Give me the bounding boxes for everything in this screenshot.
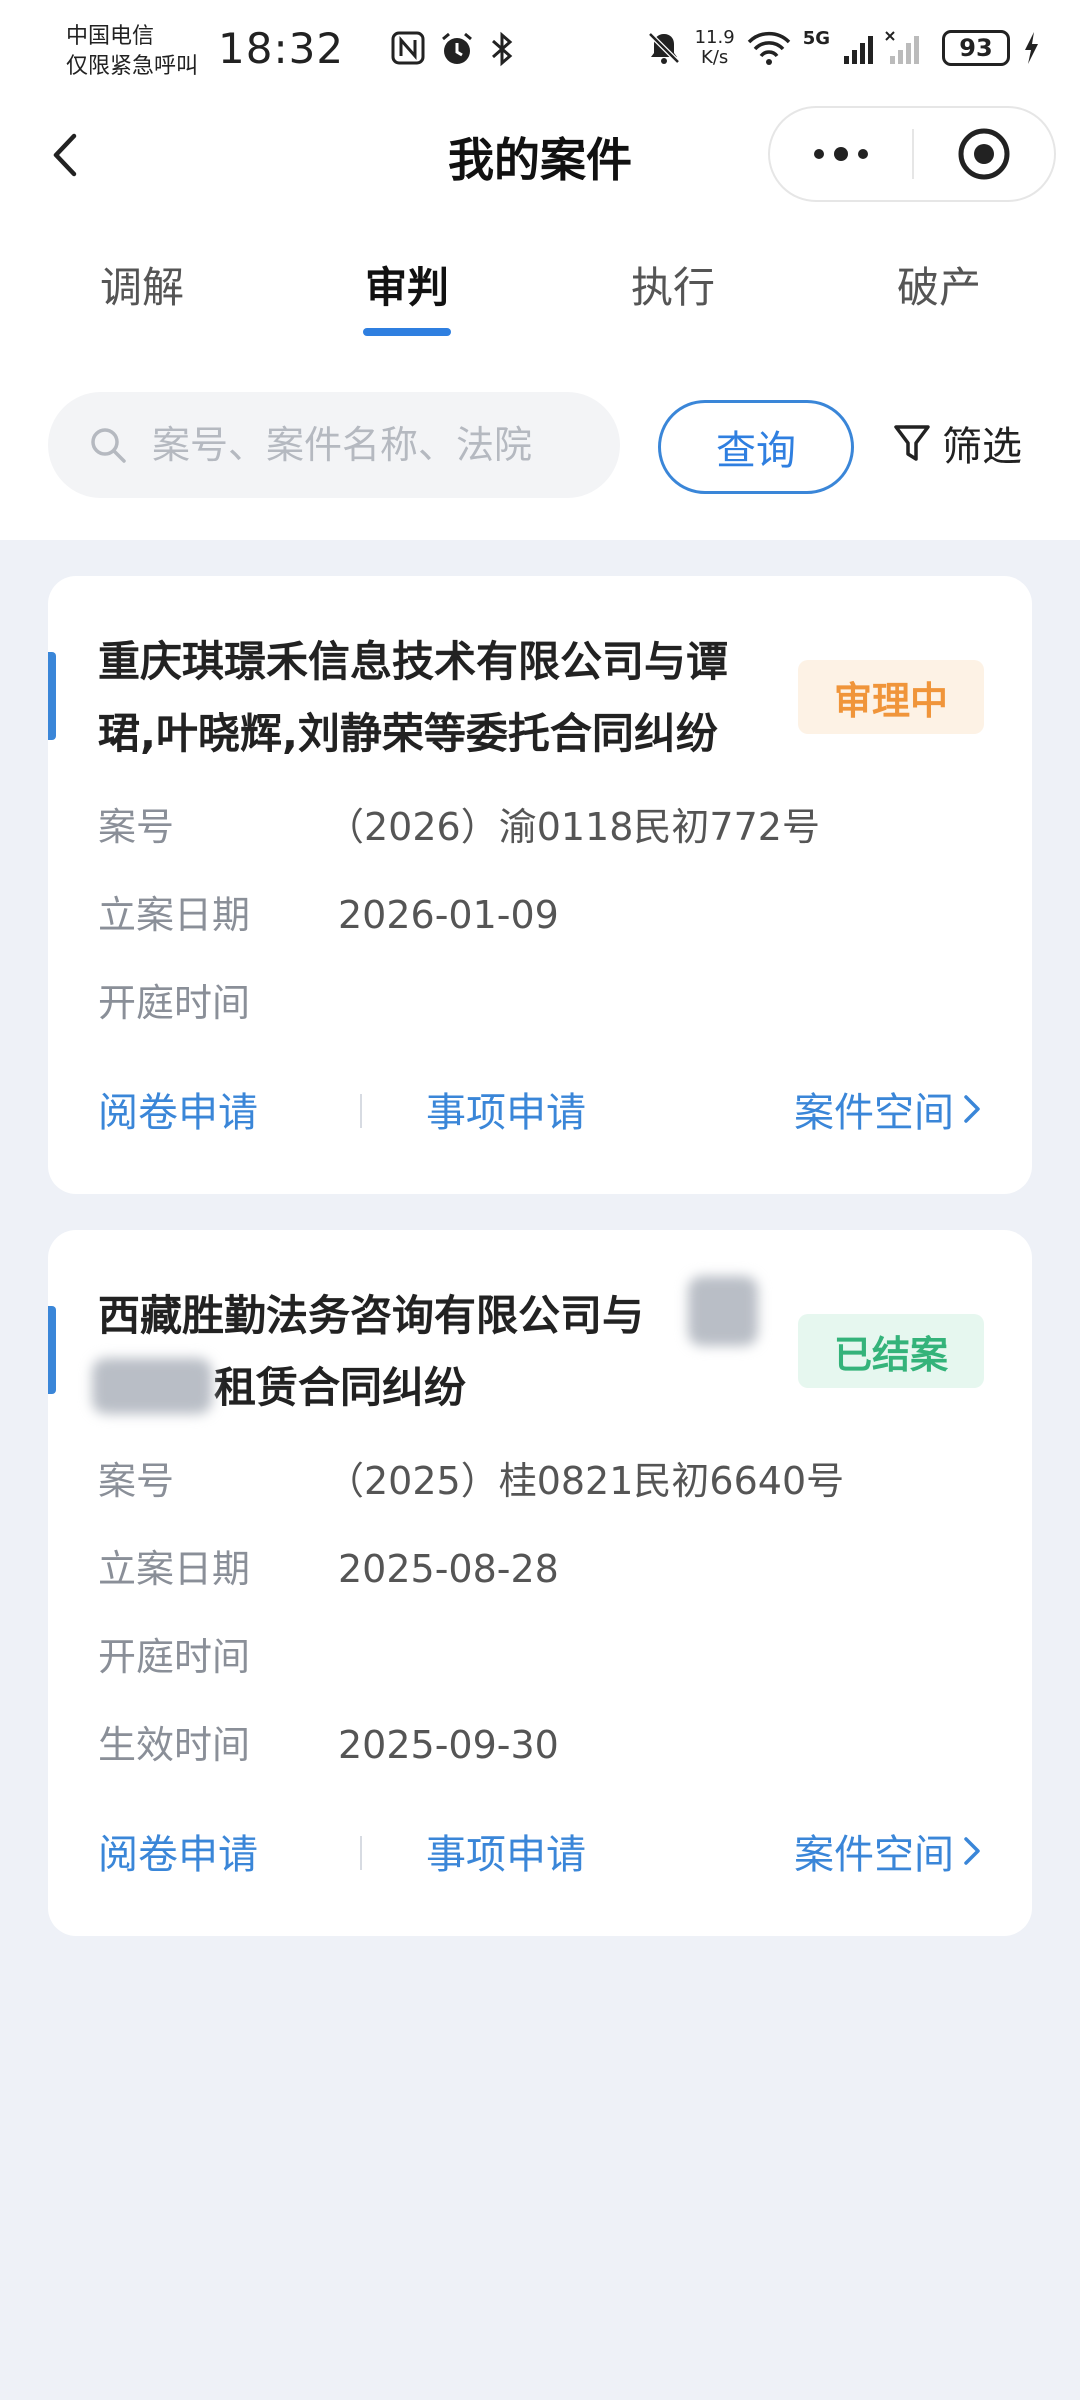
status-bar: 中国电信 仅限紧急呼叫 18:32 11.9 K/s 5G 93 [0,0,1080,100]
status-badge: 审理中 [798,660,984,734]
alarm-icon [442,32,472,64]
nfc-icon [391,31,425,65]
card-actions: 阅卷申请 事项申请 案件空间 [98,1080,982,1140]
matter-request-link[interactable]: 事项申请 [426,1822,586,1880]
close-miniprogram-button[interactable] [914,108,1054,200]
effective-time-value: 2025-09-30 [338,1723,559,1767]
file-review-request-link[interactable]: 阅卷申请 [98,1080,258,1138]
filing-date-value: 2025-08-28 [338,1547,559,1591]
status-time: 18:32 [218,24,345,73]
chevron-right-icon [964,1095,980,1123]
active-tab-indicator [363,328,451,336]
effective-time-row: 生效时间 2025-09-30 [98,1720,559,1770]
case-space-label: 案件空间 [794,1090,954,1136]
filing-date-row: 立案日期 2025-08-28 [98,1544,559,1594]
filter-button[interactable]: 筛选 [892,414,1022,472]
net-speed-unit: K/s [701,47,729,68]
battery-indicator: 93 [942,30,1010,66]
tab-trial[interactable]: 审判 [337,254,477,315]
action-divider [360,1836,362,1870]
case-space-label: 案件空间 [794,1832,954,1878]
status-icons-left [390,30,516,68]
bluetooth-icon [492,31,513,67]
wifi-icon [747,31,790,65]
file-review-request-link[interactable]: 阅卷申请 [98,1822,258,1880]
carrier-status: 仅限紧急呼叫 [66,54,199,79]
effective-time-label: 生效时间 [98,1723,251,1767]
case-number-label: 案号 [98,1459,175,1503]
hearing-time-row: 开庭时间 [98,978,338,1028]
case-number-row: 案号 （2026）渝0118民初772号 [98,802,820,852]
card-actions: 阅卷申请 事项申请 案件空间 [98,1822,982,1882]
card-accent-bar [48,1306,56,1394]
more-dots-icon [814,147,868,161]
tab-mediation[interactable]: 调解 [72,254,212,315]
carrier-info: 中国电信 仅限紧急呼叫 [66,22,198,82]
case-type-tabs: 调解 审判 执行 破产 [0,210,1080,340]
case-space-link[interactable]: 案件空间 [794,1080,982,1138]
net-speed-value: 11.9 [694,27,735,48]
hearing-time-label: 开庭时间 [98,1635,251,1679]
card-accent-bar [48,652,56,740]
case-number-label: 案号 [98,805,175,849]
action-divider [360,1094,362,1128]
tab-execution[interactable]: 执行 [603,254,743,315]
search-row: 查询 筛选 [0,340,1080,540]
case-number-value: （2026）渝0118民初772号 [326,805,820,849]
mute-bell-icon [647,32,680,64]
search-icon [91,428,126,463]
target-close-icon [958,128,1010,180]
signal-icon [844,31,919,64]
miniprogram-capsule [768,106,1056,202]
nav-bar: 我的案件 [0,100,1080,210]
case-title-line1: 西藏胜勤法务咨询有限公司与 [98,1291,645,1340]
funnel-icon [894,425,930,461]
matter-request-link[interactable]: 事项申请 [426,1080,586,1138]
hearing-time-row: 开庭时间 [98,1632,338,1682]
charging-icon [1025,32,1038,64]
query-button[interactable]: 查询 [658,400,854,494]
case-title: 重庆琪璟禾信息技术有限公司与谭珺,叶晓辉,刘静荣等委托合同纠纷 [98,637,729,758]
more-button[interactable] [770,108,912,200]
filing-date-row: 立案日期 2026-01-09 [98,890,559,940]
filing-date-value: 2026-01-09 [338,893,559,937]
status-badge: 已结案 [798,1314,984,1388]
net-speed: 11.9 K/s [695,28,735,68]
carrier-name: 中国电信 [66,24,155,49]
redacted-text-blur [92,1358,212,1414]
case-space-link[interactable]: 案件空间 [794,1822,982,1880]
search-input[interactable] [150,422,610,468]
filing-date-label: 立案日期 [98,893,251,937]
case-card[interactable]: 重庆琪璟禾信息技术有限公司与谭珺,叶晓辉,刘静荣等委托合同纠纷 审理中 案号 （2… [48,576,1032,1194]
chevron-right-icon [964,1837,980,1865]
hearing-time-label: 开庭时间 [98,981,251,1025]
case-card[interactable]: 西藏胜勤法务咨询有限公司与 租赁合同纠纷 已结案 案号 （2025）桂0821民初… [48,1230,1032,1936]
filing-date-label: 立案日期 [98,1547,251,1591]
case-number-row: 案号 （2025）桂0821民初6640号 [98,1456,844,1506]
redacted-text-blur [688,1276,758,1346]
case-number-value: （2025）桂0821民初6640号 [326,1459,845,1503]
status-icons-right: 11.9 K/s 5G 93 [645,28,1040,68]
filter-label: 筛选 [942,424,1022,470]
search-box [48,392,620,498]
tab-bankruptcy[interactable]: 破产 [869,254,1009,315]
network-type: 5G [802,28,830,49]
